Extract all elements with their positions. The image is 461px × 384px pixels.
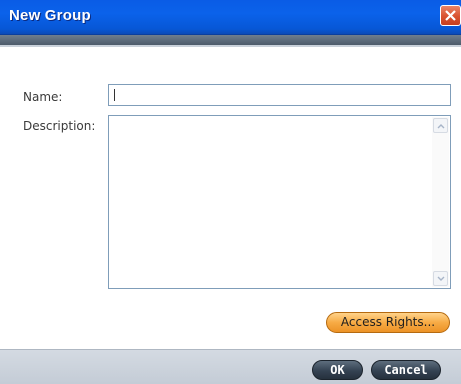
scroll-down-button[interactable] — [433, 271, 448, 286]
name-label: Name: — [23, 90, 63, 104]
chevron-down-icon — [437, 276, 445, 281]
ok-button[interactable]: OK — [312, 360, 363, 380]
cancel-button[interactable]: Cancel — [371, 360, 441, 380]
close-button[interactable] — [440, 5, 461, 26]
description-scrollbar[interactable] — [432, 117, 449, 287]
header-divider-bar — [0, 35, 461, 45]
title-bar: New Group — [0, 0, 461, 35]
chevron-up-icon — [437, 124, 445, 129]
name-input[interactable] — [108, 84, 451, 106]
description-textarea[interactable] — [108, 115, 451, 289]
description-label: Description: — [23, 119, 96, 133]
header-divider-highlight — [0, 45, 461, 47]
dialog-footer: OK Cancel — [0, 349, 461, 384]
text-cursor — [114, 89, 115, 101]
access-rights-button[interactable]: Access Rights... — [326, 312, 450, 333]
close-icon — [445, 10, 456, 21]
scroll-up-button[interactable] — [433, 118, 448, 133]
window-title: New Group — [9, 7, 91, 24]
